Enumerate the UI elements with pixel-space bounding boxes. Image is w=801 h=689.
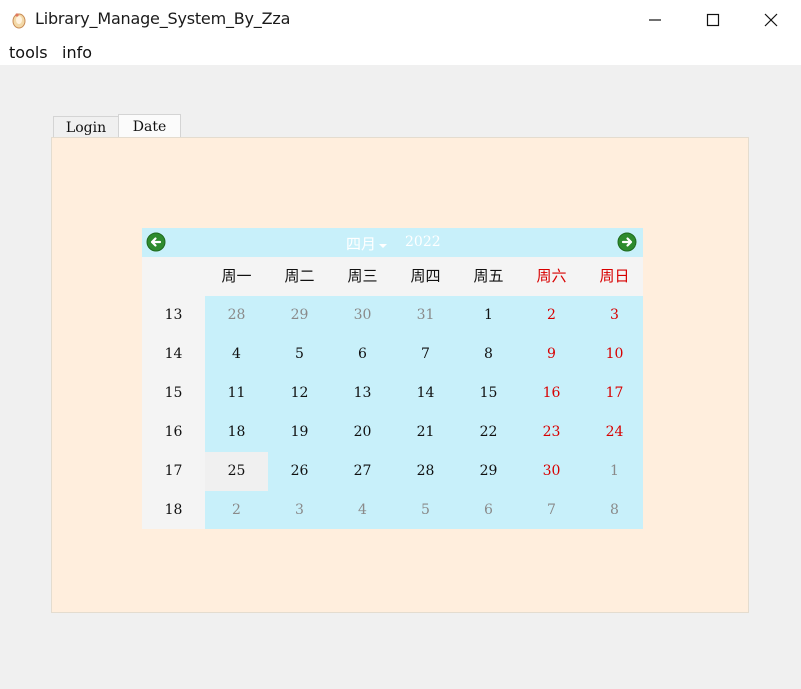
weekday-header: 周一 [221, 267, 252, 285]
year-selector[interactable]: 2022 [405, 234, 441, 250]
calendar-day[interactable]: 2 [520, 296, 583, 335]
calendar-day[interactable]: 2 [205, 491, 268, 530]
calendar-day[interactable]: 14 [394, 374, 457, 413]
week-number: 16 [164, 424, 183, 440]
week-number: 14 [164, 346, 183, 362]
calendar-day[interactable]: 7 [394, 335, 457, 374]
calendar-day[interactable]: 15 [457, 374, 520, 413]
calendar-day[interactable]: 5 [268, 335, 331, 374]
menu-info[interactable]: info [62, 43, 92, 62]
calendar-day[interactable]: 30 [331, 296, 394, 335]
calendar-day[interactable]: 28 [205, 296, 268, 335]
calendar-day[interactable]: 1 [583, 452, 646, 491]
calendar-day[interactable]: 3 [583, 296, 646, 335]
weekday-header: 周日 [599, 267, 630, 285]
calendar-day[interactable]: 22 [457, 413, 520, 452]
calendar-day[interactable]: 7 [520, 491, 583, 530]
calendar-day[interactable]: 11 [205, 374, 268, 413]
calendar-day[interactable]: 13 [331, 374, 394, 413]
tab-date[interactable]: Date [118, 114, 181, 138]
title-bar: Library_Manage_System_By_Zza [0, 0, 801, 40]
calendar-day[interactable]: 29 [268, 296, 331, 335]
calendar-day[interactable]: 10 [583, 335, 646, 374]
calendar-day[interactable]: 17 [583, 374, 646, 413]
week-number: 18 [164, 502, 183, 518]
calendar-day[interactable]: 24 [583, 413, 646, 452]
window-title: Library_Manage_System_By_Zza [35, 9, 291, 28]
calendar-day[interactable]: 3 [268, 491, 331, 530]
calendar-day[interactable]: 21 [394, 413, 457, 452]
calendar-day[interactable]: 4 [205, 335, 268, 374]
app-icon [12, 13, 26, 29]
calendar-day[interactable]: 29 [457, 452, 520, 491]
weekday-header: 周四 [410, 267, 441, 285]
close-icon [764, 13, 778, 27]
maximize-button[interactable] [684, 0, 742, 40]
calendar-day[interactable]: 20 [331, 413, 394, 452]
calendar-day[interactable]: 6 [331, 335, 394, 374]
calendar-day[interactable]: 1 [457, 296, 520, 335]
calendar-day[interactable]: 27 [331, 452, 394, 491]
calendar-day[interactable]: 28 [394, 452, 457, 491]
week-number: 13 [164, 307, 183, 323]
week-number-column: 13 14 15 16 17 18 [142, 296, 205, 529]
calendar-day[interactable]: 25 [205, 452, 268, 491]
prev-month-icon[interactable] [146, 232, 166, 252]
close-button[interactable] [742, 0, 800, 40]
calendar-day[interactable]: 8 [457, 335, 520, 374]
weekday-header: 周二 [284, 267, 315, 285]
calendar-day[interactable]: 18 [205, 413, 268, 452]
calendar-day[interactable]: 19 [268, 413, 331, 452]
calendar-day[interactable]: 6 [457, 491, 520, 530]
calendar-day[interactable]: 5 [394, 491, 457, 530]
calendar-day[interactable]: 16 [520, 374, 583, 413]
calendar-day[interactable]: 12 [268, 374, 331, 413]
next-month-icon[interactable] [617, 232, 637, 252]
week-number: 15 [164, 385, 183, 401]
calendar-day[interactable]: 9 [520, 335, 583, 374]
month-selector[interactable]: 四月 [346, 233, 376, 254]
calendar-navigation-bar: 四月 2022 [142, 228, 643, 257]
calendar-day[interactable]: 8 [583, 491, 646, 530]
calendar-day[interactable]: 23 [520, 413, 583, 452]
calendar-day[interactable]: 26 [268, 452, 331, 491]
week-number: 17 [164, 463, 183, 479]
weekday-header: 周三 [347, 267, 378, 285]
maximize-icon [706, 13, 720, 27]
weekday-header: 周五 [473, 267, 504, 285]
tab-login[interactable]: Login [53, 116, 119, 138]
weekday-header: 周六 [536, 267, 567, 285]
calendar-day[interactable]: 4 [331, 491, 394, 530]
minimize-icon [649, 19, 661, 21]
weekday-header-row: 周一 周二 周三 周四 周五 周六 周日 [142, 257, 643, 296]
minimize-button[interactable] [626, 0, 684, 40]
month-dropdown-icon[interactable] [379, 244, 387, 248]
calendar-widget: 四月 2022 周一 周二 周三 周四 周五 周六 周日 13 14 15 16 17 18 28 29… [142, 228, 643, 529]
menu-tools[interactable]: tools [9, 43, 48, 62]
menu-bar: tools info [0, 40, 801, 65]
calendar-day[interactable]: 31 [394, 296, 457, 335]
calendar-day[interactable]: 30 [520, 452, 583, 491]
